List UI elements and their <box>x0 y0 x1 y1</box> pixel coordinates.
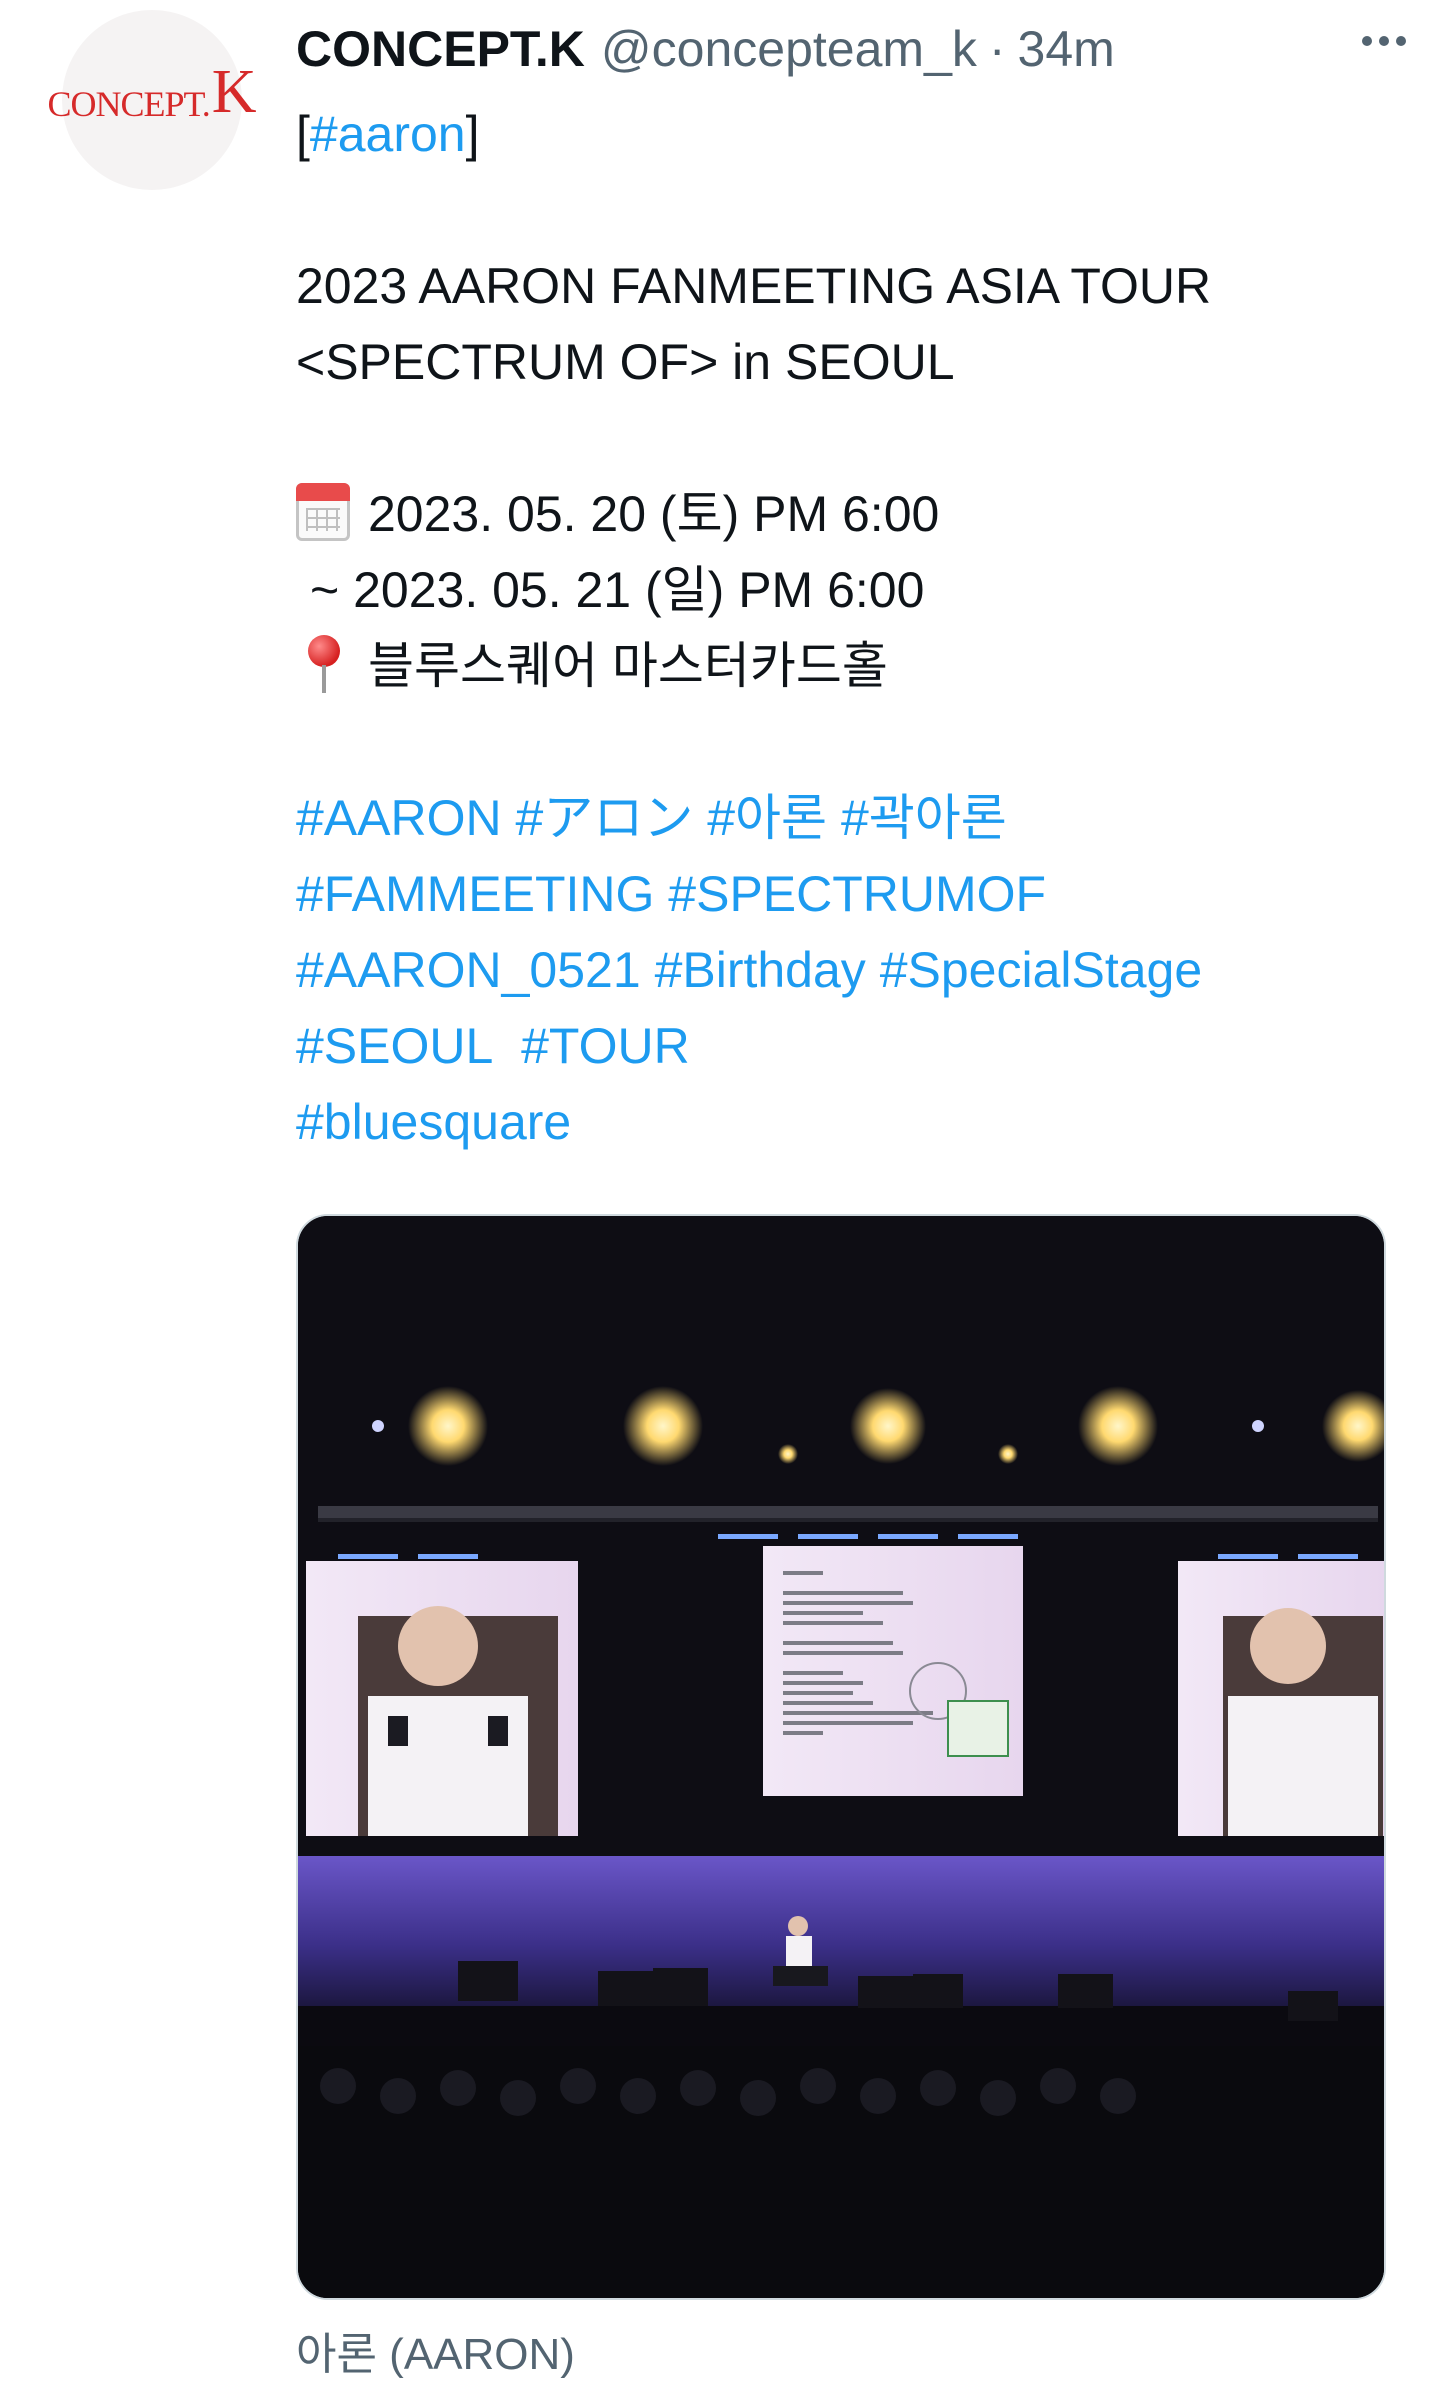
hashtag-aron-jp[interactable]: #アロン <box>516 790 694 846</box>
calendar-emoji-icon <box>296 483 350 541</box>
concept-k-logo-k: K <box>211 57 257 126</box>
hashtag-kwak-aron[interactable]: #곽아론 <box>841 790 1007 846</box>
hashtag-birthday[interactable]: #Birthday <box>655 942 866 998</box>
venue: 블루스퀘어 마스터카드홀 <box>368 638 888 694</box>
tweet-line-tag: [#aaron] <box>296 96 1396 172</box>
separator-dot: · <box>988 21 1006 77</box>
account-handle[interactable]: @concepteam_k <box>601 20 977 78</box>
bracket-open: [ <box>296 106 310 162</box>
tweet-title-line-1: 2023 AARON FANMEETING ASIA TOUR <box>296 258 1212 314</box>
bracket-close: ] <box>465 106 480 162</box>
hashtag-aaron-lower[interactable]: #aaron <box>310 106 466 162</box>
tweet-title-line-2: <SPECTRUM OF> in SEOUL <box>296 334 955 390</box>
hashtag-seoul[interactable]: #SEOUL <box>296 1018 493 1074</box>
hashtag-tour[interactable]: #TOUR <box>521 1018 690 1074</box>
hashtag-spectrumof[interactable]: #SPECTRUMOF <box>668 866 1046 922</box>
media-caption: 아론 (AARON) <box>296 2330 575 2379</box>
tweet-date-line-2: ~ 2023. 05. 21 (일) PM 6:00 <box>296 552 1396 628</box>
round-pushpin-emoji-icon <box>304 635 344 693</box>
hashtag-line-3: #AARON_0521 #Birthday #SpecialStage <box>296 932 1396 1008</box>
hashtag-aron-kr[interactable]: #아론 <box>707 790 827 846</box>
tweet-media-photo[interactable] <box>296 1214 1386 2300</box>
hashtag-specialstage[interactable]: #SpecialStage <box>880 942 1202 998</box>
hashtag-aaron-0521[interactable]: #AARON_0521 <box>296 942 641 998</box>
hashtag-bluesquare[interactable]: #bluesquare <box>296 1094 571 1150</box>
tweet-text: [#aaron] 2023 AARON FANMEETING ASIA TOUR… <box>296 96 1396 1160</box>
hashtag-fammeeting[interactable]: #FAMMEETING <box>296 866 654 922</box>
date-start: 2023. 05. 20 (토) PM 6:00 <box>368 486 940 542</box>
date-end: ~ 2023. 05. 21 (일) PM 6:00 <box>310 562 925 618</box>
concept-k-logo: CONCEPT. <box>47 84 210 124</box>
avatar[interactable]: CONCEPT. K <box>47 10 257 190</box>
tweet-header: CONCEPT.K @concepteam_k · 34m <box>296 14 1406 84</box>
hashtag-line-1: #AARON #アロン #아론 #곽아론 <box>296 780 1396 856</box>
concert-photo <box>298 1216 1384 2298</box>
hashtag-line-5: #bluesquare <box>296 1084 1396 1160</box>
more-horizontal-icon[interactable] <box>1362 36 1406 46</box>
hashtag-line-4: #SEOUL #TOUR <box>296 1008 1396 1084</box>
hashtag-aaron[interactable]: #AARON <box>296 790 502 846</box>
timestamp[interactable]: 34m <box>1018 20 1115 78</box>
display-name[interactable]: CONCEPT.K <box>296 20 585 78</box>
tweet-venue-line: 블루스퀘어 마스터카드홀 <box>296 628 1396 704</box>
tweet-date-line-1: 2023. 05. 20 (토) PM 6:00 <box>296 476 1396 552</box>
hashtag-line-2: #FAMMEETING #SPECTRUMOF <box>296 856 1396 932</box>
